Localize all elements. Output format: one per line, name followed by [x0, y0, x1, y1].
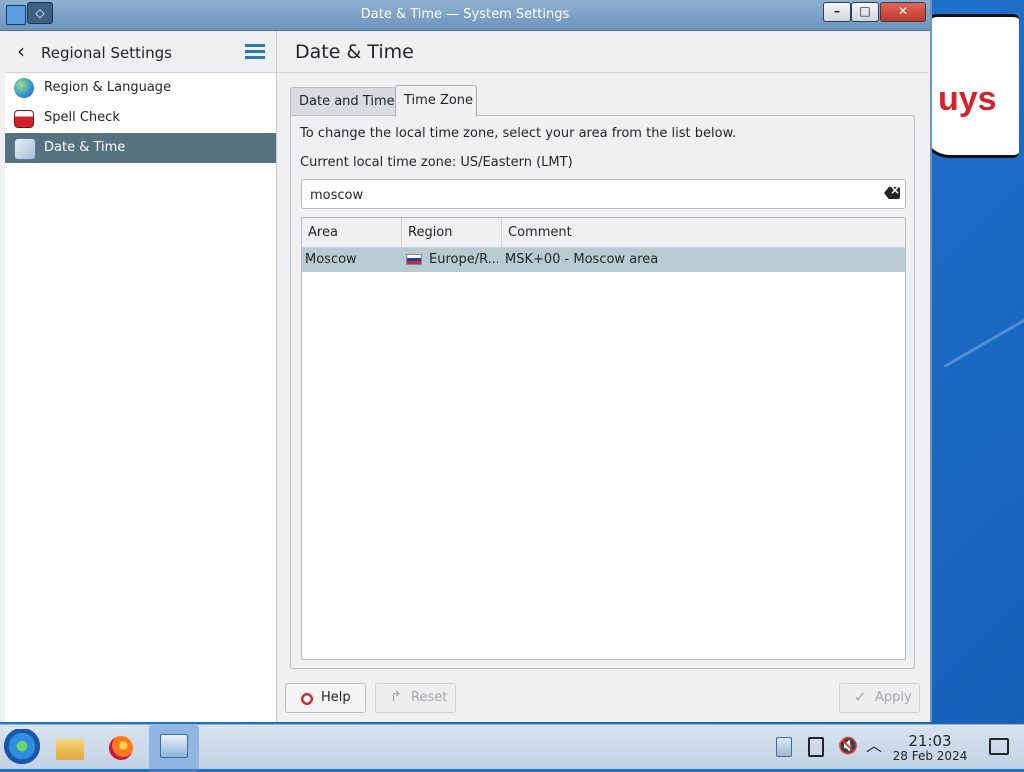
clear-text-icon[interactable]: [884, 187, 900, 199]
reset-icon: ↱: [390, 689, 402, 705]
system-settings-window: ◇ Date & Time — System Settings – □ ✕ ‹ …: [0, 0, 932, 722]
show-desktop-icon[interactable]: [989, 738, 1009, 755]
time-zone-panel: To change the local time zone, select yo…: [290, 115, 915, 669]
back-arrow-icon[interactable]: ‹: [17, 41, 35, 61]
clock-time[interactable]: 21:03: [895, 732, 965, 750]
timezone-table: Area Region Comment Moscow Europe/R... M…: [301, 217, 906, 660]
battery-icon[interactable]: [808, 737, 824, 757]
system-settings-task-icon[interactable]: [149, 725, 199, 772]
reset-button[interactable]: ↱ Reset: [375, 683, 456, 713]
minimize-button[interactable]: –: [823, 2, 851, 22]
apply-button-label: Apply: [875, 690, 912, 705]
sidebar-item-label: Region & Language: [44, 80, 172, 95]
volume-muted-icon[interactable]: 🔇: [838, 737, 858, 755]
table-header: Area Region Comment: [302, 218, 905, 248]
sidebar-item-label: Spell Check: [44, 110, 120, 125]
spell-check-icon: [14, 110, 34, 128]
sidebar-item-region-language[interactable]: Region & Language: [5, 73, 276, 103]
taskbar: 🔇 ︿ 21:03 28 Feb 2024: [0, 724, 1024, 772]
page-title: Date & Time: [295, 41, 414, 63]
apply-button[interactable]: ✓ Apply: [839, 683, 920, 713]
sidebar-title: Regional Settings: [41, 44, 173, 62]
column-header-comment[interactable]: Comment: [502, 218, 905, 247]
desktop-streak: [943, 295, 1024, 368]
tab-time-zone[interactable]: Time Zone: [395, 85, 477, 117]
current-timezone-label: Current local time zone: US/Eastern (LMT…: [300, 155, 573, 170]
instruction-text: To change the local time zone, select yo…: [300, 126, 737, 141]
hamburger-menu-icon[interactable]: [245, 44, 265, 60]
desktop-banner-text: uys: [938, 80, 997, 118]
tray-expand-icon[interactable]: ︿: [866, 737, 884, 755]
close-button[interactable]: ✕: [880, 2, 926, 22]
sidebar-header: ‹ Regional Settings: [5, 31, 276, 73]
clock-date[interactable]: 28 Feb 2024: [890, 749, 970, 763]
window-titlebar[interactable]: ◇ Date & Time — System Settings – □ ✕: [0, 0, 930, 31]
column-header-area[interactable]: Area: [302, 218, 402, 247]
start-menu-icon[interactable]: [2, 729, 42, 767]
file-manager-icon[interactable]: [50, 729, 90, 767]
tab-date-and-time[interactable]: Date and Time: [290, 87, 397, 116]
timezone-search-field[interactable]: [301, 179, 906, 209]
checkmark-icon: ✓: [854, 688, 867, 706]
cell-region: Europe/R...: [406, 248, 498, 272]
main-panel: Date & Time Date and Time Time Zone To c…: [277, 31, 928, 722]
sidebar: ‹ Regional Settings Region & Language Sp…: [5, 31, 277, 722]
help-button[interactable]: Help: [285, 683, 366, 713]
sidebar-item-date-time[interactable]: Date & Time: [5, 133, 276, 163]
cell-region-text: Europe/R...: [429, 252, 498, 267]
sidebar-item-spell-check[interactable]: Spell Check: [5, 103, 276, 133]
help-icon: [300, 692, 314, 706]
main-header: Date & Time: [277, 31, 928, 73]
sidebar-item-label: Date & Time: [44, 140, 126, 155]
table-row[interactable]: Moscow Europe/R... MSK+00 - Moscow area: [302, 248, 905, 272]
column-header-region[interactable]: Region: [402, 218, 502, 247]
cell-area: Moscow: [305, 252, 357, 267]
date-time-icon: [14, 138, 36, 160]
search-input[interactable]: [308, 184, 872, 206]
globe-icon: [14, 78, 34, 98]
reset-button-label: Reset: [411, 690, 448, 705]
clipboard-icon[interactable]: [776, 737, 792, 757]
window-title: Date & Time — System Settings: [360, 7, 570, 22]
sidebar-nav: Region & Language Spell Check Date & Tim…: [5, 73, 276, 163]
help-button-label: Help: [321, 690, 351, 705]
cell-comment: MSK+00 - Moscow area: [505, 252, 659, 267]
firefox-icon[interactable]: [101, 729, 141, 767]
maximize-button[interactable]: □: [851, 2, 879, 22]
russia-flag-icon: [406, 254, 422, 265]
